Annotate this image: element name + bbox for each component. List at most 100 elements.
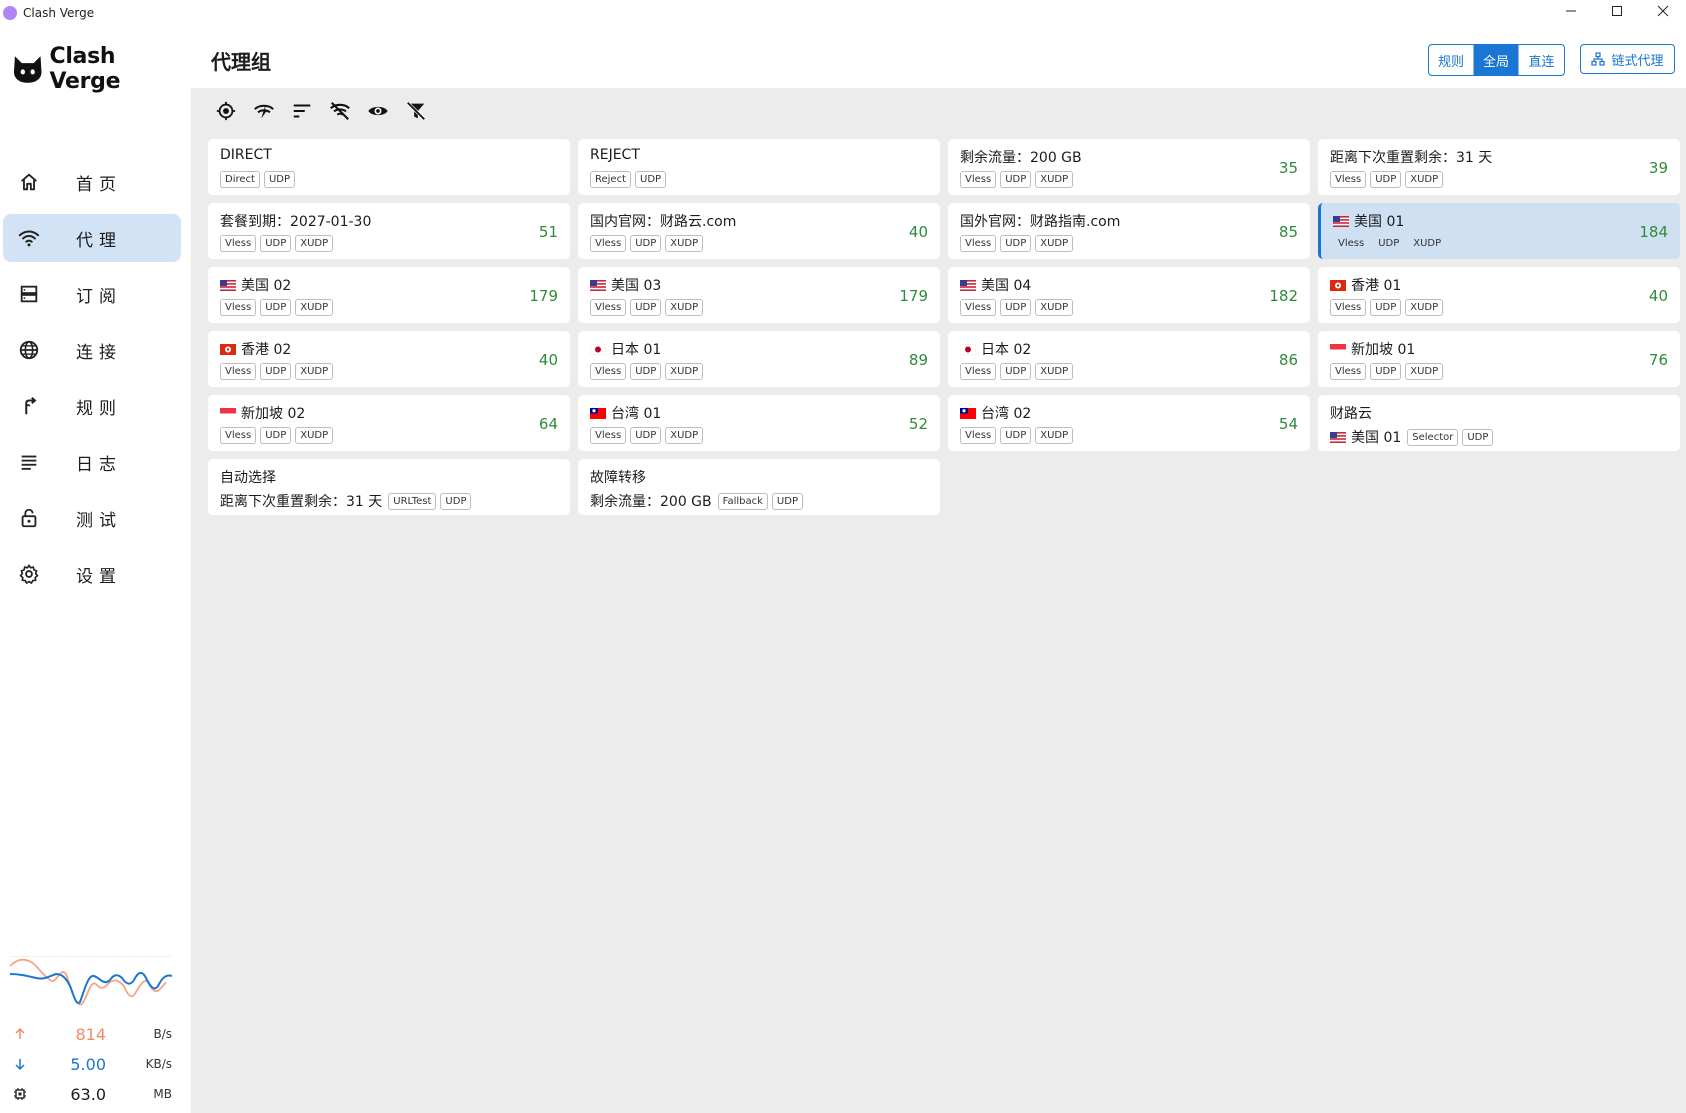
proxy-xudp-tag: XUDP <box>665 235 704 252</box>
proxy-card[interactable]: 台湾 01 Vless UDP XUDP 52 <box>578 395 940 451</box>
proxy-card[interactable]: DIRECT Direct UDP <box>208 139 570 195</box>
proxy-name: 新加坡 01 <box>1351 342 1416 358</box>
proxy-name: 剩余流量：200 GB <box>960 150 1082 166</box>
nav-item-subscription[interactable]: 订阅 <box>3 270 181 318</box>
filter-clear-icon <box>406 101 426 121</box>
proxy-delay[interactable]: 76 <box>1649 351 1668 369</box>
proxy-card-selected[interactable]: 美国 01 Vless UDP XUDP 184 <box>1318 203 1680 259</box>
proxy-card[interactable]: 国内官网：财路云.com Vless UDP XUDP 40 <box>578 203 940 259</box>
proxy-delay[interactable]: 179 <box>529 287 558 305</box>
proxy-name-row: 香港 01 <box>1330 275 1401 295</box>
proxy-delay[interactable]: 52 <box>909 415 928 433</box>
nav-item-test[interactable]: 测试 <box>3 494 181 542</box>
proxy-card[interactable]: 美国 04 Vless UDP XUDP 182 <box>948 267 1310 323</box>
minimize-button[interactable] <box>1548 0 1594 22</box>
proxy-card[interactable]: 美国 02 Vless UDP XUDP 179 <box>208 267 570 323</box>
proxy-delay[interactable]: 89 <box>909 351 928 369</box>
proxy-group-card[interactable]: 自动选择 距离下次重置剩余：31 天 URLTest UDP <box>208 459 570 515</box>
nav-item-home[interactable]: 首页 <box>3 158 181 206</box>
nav-item-settings[interactable]: 设置 <box>3 550 181 598</box>
proxy-udp-tag: UDP <box>260 363 292 380</box>
proxy-type-tag: Direct <box>220 171 260 188</box>
proxy-group-current: 剩余流量：200 GB <box>590 494 712 510</box>
proxy-type-tag: URLTest <box>388 492 437 510</box>
proxy-card[interactable]: 日本 01 Vless UDP XUDP 89 <box>578 331 940 387</box>
proxy-tags: Reject UDP <box>590 171 670 188</box>
proxy-card[interactable]: 新加坡 01 Vless UDP XUDP 76 <box>1318 331 1680 387</box>
chain-proxy-button[interactable]: 链式代理 <box>1580 44 1675 74</box>
proxy-card[interactable]: 台湾 02 Vless UDP XUDP 54 <box>948 395 1310 451</box>
proxy-group-name: 故障转移 <box>590 470 646 486</box>
proxy-name-row: 日本 01 <box>590 339 661 359</box>
proxy-name-row: 台湾 01 <box>590 403 661 423</box>
proxy-delay[interactable]: 64 <box>539 415 558 433</box>
speedtest-button[interactable] <box>250 97 278 125</box>
proxy-card[interactable]: 剩余流量：200 GB Vless UDP XUDP 35 <box>948 139 1310 195</box>
proxy-udp-tag: UDP <box>1378 238 1400 249</box>
sort-button[interactable] <box>288 97 316 125</box>
globe-icon <box>18 339 40 361</box>
hide-unavailable-button[interactable] <box>326 97 354 125</box>
proxy-type-tag: Vless <box>960 235 997 252</box>
proxy-card[interactable]: 香港 02 Vless UDP XUDP 40 <box>208 331 570 387</box>
us-flag-icon <box>590 279 606 291</box>
proxy-delay[interactable]: 40 <box>539 351 558 369</box>
us-flag-icon <box>960 279 976 291</box>
proxy-delay[interactable]: 51 <box>539 223 558 241</box>
proxy-name: 台湾 01 <box>611 406 662 422</box>
nav-item-logs[interactable]: 日志 <box>3 438 181 486</box>
proxy-delay[interactable]: 40 <box>909 223 928 241</box>
mode-global-button[interactable]: 全局 <box>1474 45 1519 75</box>
proxy-card[interactable]: 美国 03 Vless UDP XUDP 179 <box>578 267 940 323</box>
brand: Clash Verge <box>12 44 191 94</box>
proxy-card[interactable]: 国外官网：财路指南.com Vless UDP XUDP 85 <box>948 203 1310 259</box>
locate-icon <box>216 101 236 121</box>
proxy-udp-tag: UDP <box>260 427 292 444</box>
proxy-name: 美国 02 <box>241 278 292 294</box>
show-type-button[interactable] <box>364 97 392 125</box>
maximize-button[interactable] <box>1594 0 1640 22</box>
download-value: 5.00 <box>70 1054 106 1074</box>
proxy-tags: Direct UDP <box>220 171 299 188</box>
proxy-xudp-tag: XUDP <box>1035 427 1074 444</box>
close-button[interactable] <box>1640 0 1686 22</box>
proxy-tags: 剩余流量：200 GB Fallback UDP <box>590 491 807 511</box>
proxy-delay[interactable]: 85 <box>1279 223 1298 241</box>
sidebar: Clash Verge 首页 代理 订阅 连接 规则 日志 测试 设置 814 … <box>0 26 191 1113</box>
proxy-delay[interactable]: 179 <box>899 287 928 305</box>
proxy-delay[interactable]: 86 <box>1279 351 1298 369</box>
proxy-delay[interactable]: 54 <box>1279 415 1298 433</box>
proxy-delay[interactable]: 39 <box>1649 159 1668 177</box>
nav-item-rules[interactable]: 规则 <box>3 382 181 430</box>
proxy-delay[interactable]: 35 <box>1279 159 1298 177</box>
nav-label: 订阅 <box>76 286 122 307</box>
proxy-group-card[interactable]: 故障转移 剩余流量：200 GB Fallback UDP <box>578 459 940 515</box>
proxy-card[interactable]: 新加坡 02 Vless UDP XUDP 64 <box>208 395 570 451</box>
proxy-delay[interactable]: 182 <box>1269 287 1298 305</box>
proxy-udp-tag: UDP <box>630 427 662 444</box>
proxy-tags: Vless UDP XUDP <box>220 235 337 252</box>
proxy-tags: 距离下次重置剩余：31 天 URLTest UDP <box>220 491 475 511</box>
mode-rule-button[interactable]: 规则 <box>1429 45 1474 75</box>
locate-button[interactable] <box>212 97 240 125</box>
proxy-card[interactable]: 香港 01 Vless UDP XUDP 40 <box>1318 267 1680 323</box>
arrow-up-icon <box>15 1027 25 1039</box>
nav-label: 代理 <box>76 230 122 251</box>
mode-direct-button[interactable]: 直连 <box>1519 45 1564 75</box>
proxy-name: 国外官网：财路指南.com <box>960 214 1121 230</box>
sg-flag-icon <box>220 407 236 419</box>
proxy-delay[interactable]: 40 <box>1649 287 1668 305</box>
proxy-card[interactable]: REJECT Reject UDP <box>578 139 940 195</box>
proxy-card[interactable]: 套餐到期：2027-01-30 Vless UDP XUDP 51 <box>208 203 570 259</box>
proxy-group-card[interactable]: 财路云 美国 01 Selector UDP <box>1318 395 1680 451</box>
proxy-name: 美国 01 <box>1354 214 1405 230</box>
proxy-card[interactable]: 日本 02 Vless UDP XUDP 86 <box>948 331 1310 387</box>
proxy-udp-tag: UDP <box>630 235 662 252</box>
proxy-card[interactable]: 距离下次重置剩余：31 天 Vless UDP XUDP 39 <box>1318 139 1680 195</box>
filter-clear-button[interactable] <box>402 97 430 125</box>
proxy-name-row: 新加坡 02 <box>220 403 305 423</box>
nav-item-connections[interactable]: 连接 <box>3 326 181 374</box>
proxy-tags: Vless UDP XUDP <box>220 427 337 444</box>
proxy-delay[interactable]: 184 <box>1639 223 1668 241</box>
nav-item-proxy[interactable]: 代理 <box>3 214 181 262</box>
